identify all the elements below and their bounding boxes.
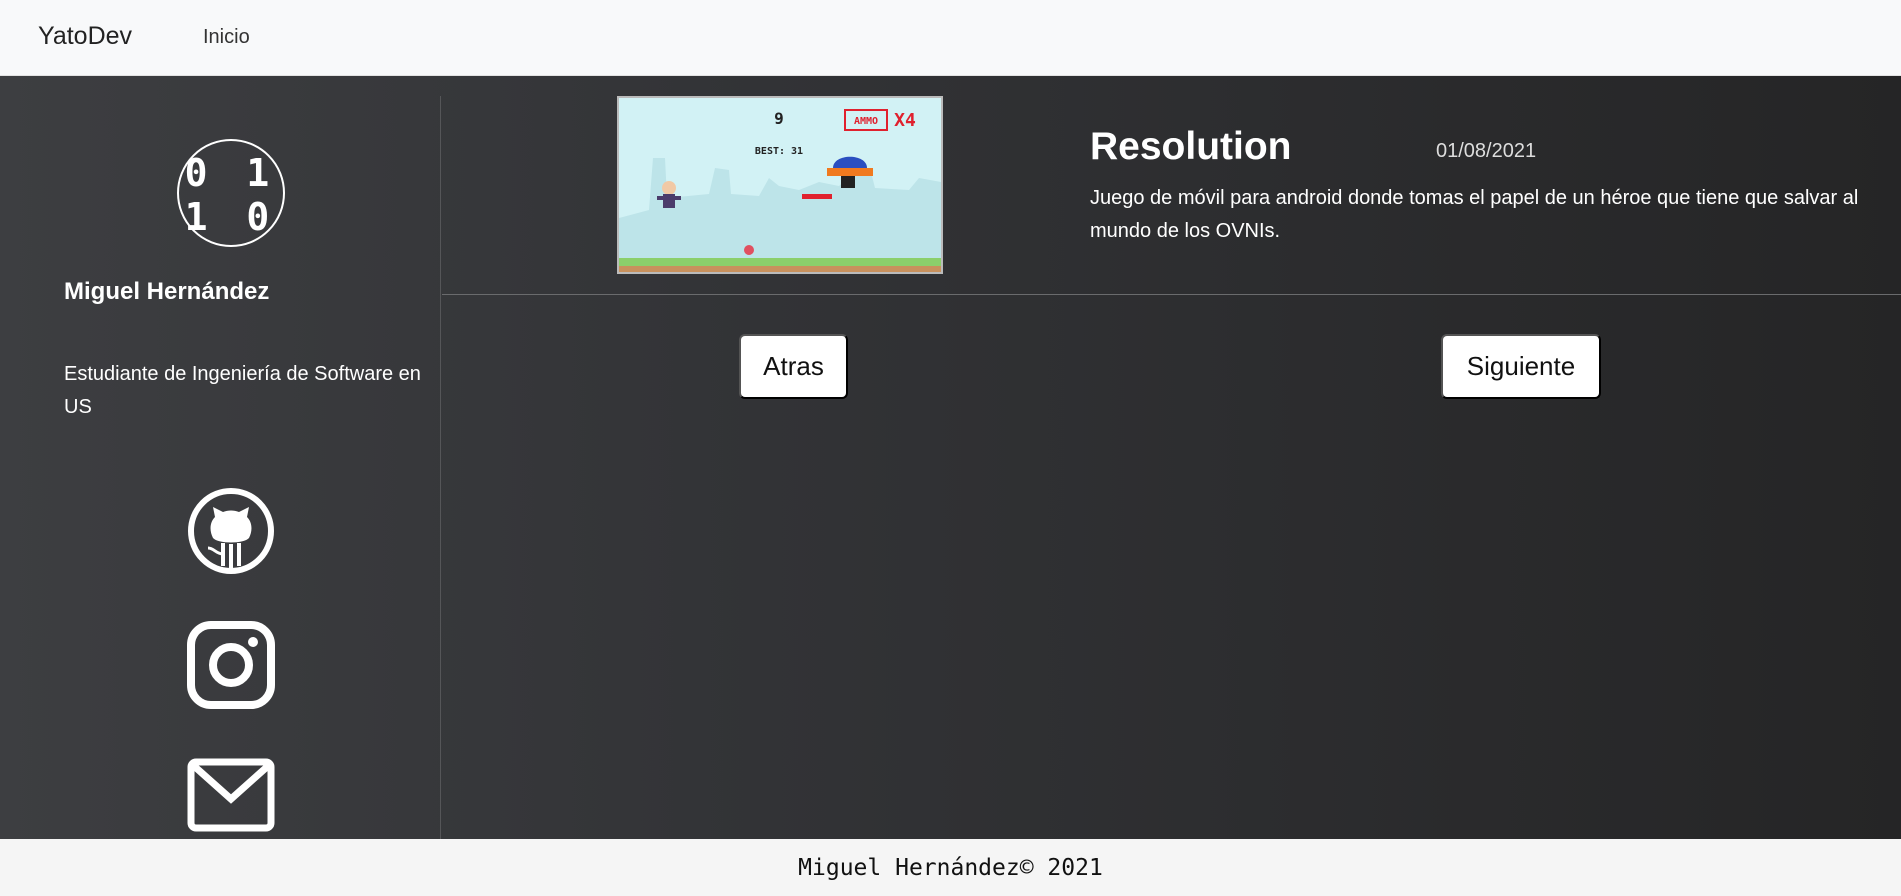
brand-link[interactable]: YatoDev: [38, 22, 132, 51]
main-area: 0 1 1 0 Miguel Hernández Estudiante de I…: [0, 76, 1901, 839]
github-link[interactable]: [186, 486, 276, 576]
mail-link[interactable]: [186, 754, 276, 844]
game-best: BEST: 31: [755, 146, 803, 157]
next-button[interactable]: Siguiente: [1441, 334, 1601, 399]
profile-description: Estudiante de Ingeniería de Software en …: [64, 363, 421, 418]
project-content: 9 BEST: 31 AMMO X4 Resolution 01/08/2021…: [442, 76, 1901, 839]
instagram-link[interactable]: [186, 620, 276, 710]
project-screenshot[interactable]: 9 BEST: 31 AMMO X4: [617, 96, 943, 274]
profile-name: Miguel Hernández: [64, 278, 270, 305]
footer: Miguel Hernández© 2021: [0, 839, 1901, 896]
back-button[interactable]: Atras: [739, 334, 848, 399]
profile-sidebar: 0 1 1 0 Miguel Hernández Estudiante de I…: [0, 96, 441, 839]
project-description: Juego de móvil para android donde tomas …: [1090, 187, 1859, 242]
instagram-icon: [187, 621, 275, 709]
github-icon: [188, 488, 274, 574]
project-date: 01/08/2021: [1436, 140, 1537, 162]
logo-row-1: 0 1: [184, 151, 278, 195]
nav-link-inicio[interactable]: Inicio: [203, 26, 250, 49]
item-sprite: [744, 245, 754, 255]
game-ammo-count: X4: [894, 110, 916, 131]
mail-icon: [187, 758, 275, 832]
game-ammo-label: AMMO: [854, 116, 878, 127]
game-screenshot-art: 9 BEST: 31 AMMO X4: [619, 98, 941, 272]
game-score: 9: [774, 109, 784, 128]
laser-shot: [802, 194, 832, 199]
binary-logo: 0 1 1 0: [177, 139, 285, 247]
footer-copyright: Miguel Hernández© 2021: [798, 854, 1103, 881]
divider: [442, 294, 1901, 295]
navbar: YatoDev Inicio: [0, 0, 1901, 76]
logo-row-2: 1 0: [184, 195, 278, 239]
project-title: Resolution: [1090, 125, 1292, 168]
